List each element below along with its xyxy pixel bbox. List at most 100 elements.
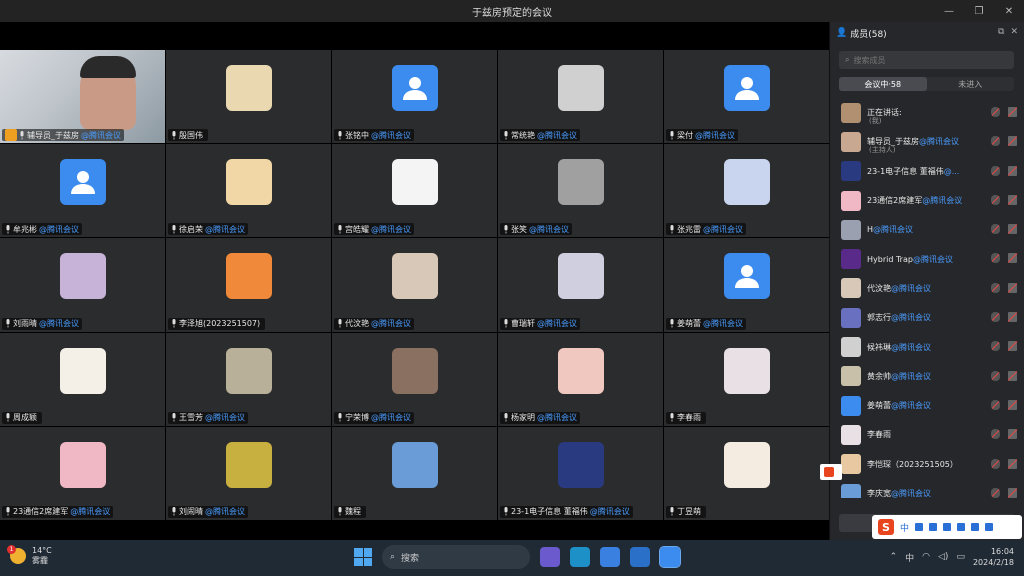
ime-grid-icon[interactable] <box>985 523 994 531</box>
participant-tile[interactable]: 李春雨 <box>664 332 829 426</box>
participant-tile[interactable]: 23通信2席建军 @腾讯会议 <box>0 426 165 520</box>
participant-tile[interactable]: 徐启荣 @腾讯会议 <box>166 144 331 238</box>
camera-off-icon[interactable] <box>1008 224 1017 235</box>
camera-off-icon[interactable] <box>1008 370 1017 381</box>
camera-off-icon[interactable] <box>1008 165 1017 176</box>
ime-tools-icon[interactable] <box>971 523 980 531</box>
participant-tile[interactable]: 李泽旭(2023251507) <box>166 238 331 332</box>
participant-tile[interactable]: 23-1电子信息 董福伟 @腾讯会议 <box>498 426 663 520</box>
ime-keyboard-icon[interactable] <box>943 523 952 531</box>
participant-tile[interactable]: 姜萌蕾 @腾讯会议 <box>664 238 829 332</box>
tab-in-meeting[interactable]: 会议中·58 <box>839 77 927 91</box>
camera-off-icon[interactable] <box>1008 487 1017 498</box>
participant-tile[interactable]: 梁付 @腾讯会议 <box>664 50 829 144</box>
participant-tile[interactable]: 魏程 <box>332 426 497 520</box>
panel-close-icon[interactable]: ✕ <box>1010 27 1018 37</box>
participant-tile[interactable]: 牟兆彬 @腾讯会议 <box>0 144 165 238</box>
mic-off-icon[interactable] <box>991 282 1000 293</box>
participant-tile[interactable]: 辅导员_于兹房 @腾讯会议 <box>0 50 165 144</box>
mic-off-icon[interactable] <box>991 253 1000 264</box>
member-search[interactable]: ⌕ <box>839 51 1014 69</box>
ime-mic-icon[interactable] <box>929 523 938 531</box>
participant-tile[interactable]: 张兆雷 @腾讯会议 <box>664 144 829 238</box>
clock[interactable]: 16:04 2024/2/18 <box>973 546 1014 568</box>
camera-off-icon[interactable] <box>1008 282 1017 293</box>
member-row[interactable]: 23通信2席建军@腾讯会议 <box>830 186 1024 215</box>
speaker-icon[interactable]: ◁) <box>938 552 948 562</box>
participant-tile[interactable]: 常统艳 @腾讯会议 <box>498 50 663 144</box>
camera-off-icon[interactable] <box>1008 107 1017 117</box>
camera-off-icon[interactable] <box>1008 136 1017 147</box>
camera-off-icon[interactable] <box>1008 429 1017 440</box>
mic-off-icon[interactable] <box>991 370 1000 381</box>
weather-widget[interactable]: 1 14°C 雾霾 <box>7 545 52 566</box>
member-row[interactable]: 李恺琛（2023251505） <box>830 450 1024 479</box>
popout-icon[interactable]: ⧉ <box>998 27 1004 37</box>
battery-icon[interactable]: ▭ <box>956 552 965 562</box>
member-row[interactable]: 正在讲话: (我) <box>830 98 1024 127</box>
member-row[interactable]: 黄余帅@腾讯会议 <box>830 362 1024 391</box>
participant-tile[interactable]: 殷国伟 <box>166 50 331 144</box>
start-icon[interactable] <box>354 548 372 566</box>
maximize-button[interactable]: ❐ <box>964 0 994 22</box>
taskbar-search[interactable]: ⌕ 搜索 <box>382 545 530 569</box>
camera-off-icon[interactable] <box>1008 194 1017 205</box>
mic-off-icon[interactable] <box>991 458 1000 469</box>
tencent-meeting-icon[interactable] <box>659 546 681 568</box>
participant-tile[interactable]: 杨家明 @腾讯会议 <box>498 332 663 426</box>
participant-tile[interactable]: 刘闹晴 @腾讯会议 <box>166 426 331 520</box>
participant-tile[interactable]: 丁昱萌 <box>664 426 829 520</box>
ime-shirt-icon[interactable] <box>957 523 966 531</box>
minimize-button[interactable]: — <box>934 0 964 22</box>
app-icon-4[interactable] <box>630 547 650 567</box>
ime-toolbar[interactable]: S 中 <box>872 515 1022 539</box>
member-row[interactable]: 郭志行@腾讯会议 <box>830 303 1024 332</box>
camera-off-icon[interactable] <box>1008 312 1017 323</box>
participant-tile[interactable]: 代汶艳 @腾讯会议 <box>332 238 497 332</box>
mic-off-icon[interactable] <box>991 429 1000 440</box>
participant-tile[interactable]: 张铭中 @腾讯会议 <box>332 50 497 144</box>
chevron-up-icon[interactable]: ⌃ <box>890 552 898 562</box>
mic-off-icon[interactable] <box>991 341 1000 352</box>
mic-off-icon[interactable] <box>991 194 1000 205</box>
edge-icon[interactable] <box>570 547 590 567</box>
member-row[interactable]: 李庆宽@腾讯会议 <box>830 479 1024 498</box>
mic-off-icon[interactable] <box>991 165 1000 176</box>
member-row[interactable]: 辅导员_于兹房@腾讯会议 (主持人) <box>830 127 1024 156</box>
member-row[interactable]: 23-1电子信息 董福伟@... <box>830 157 1024 186</box>
member-row[interactable]: 姜萌蕾@腾讯会议 <box>830 391 1024 420</box>
participant-tile[interactable]: 王雪芳 @腾讯会议 <box>166 332 331 426</box>
close-button[interactable]: ✕ <box>994 0 1024 22</box>
camera-off-icon[interactable] <box>1008 399 1017 410</box>
wifi-icon[interactable]: ◠ <box>922 552 930 562</box>
mic-off-icon[interactable] <box>991 136 1000 147</box>
participant-tile[interactable]: 曹瑞轩 @腾讯会议 <box>498 238 663 332</box>
sogou-icon[interactable]: S <box>878 519 894 535</box>
ime-float-icon[interactable] <box>820 464 842 480</box>
ime-dot-icon[interactable] <box>915 523 924 531</box>
camera-off-icon[interactable] <box>1008 253 1017 264</box>
member-row[interactable]: 候祎琳@腾讯会议 <box>830 332 1024 361</box>
mic-off-icon[interactable] <box>991 399 1000 410</box>
participant-tile[interactable]: 周成颖 <box>0 332 165 426</box>
ime-icon[interactable]: 中 <box>905 551 914 564</box>
participant-tile[interactable]: 宁荣博 @腾讯会议 <box>332 332 497 426</box>
mic-off-icon[interactable] <box>991 107 1000 117</box>
participant-tile[interactable]: 宫皓耀 @腾讯会议 <box>332 144 497 238</box>
mic-off-icon[interactable] <box>991 487 1000 498</box>
tab-not-joined[interactable]: 未进入 <box>927 77 1015 91</box>
mic-off-icon[interactable] <box>991 224 1000 235</box>
mic-off-icon[interactable] <box>991 312 1000 323</box>
member-row[interactable]: Hybrid Trap@腾讯会议 <box>830 244 1024 273</box>
member-row[interactable]: 代汶艳@腾讯会议 <box>830 274 1024 303</box>
app-icon-3[interactable] <box>600 547 620 567</box>
participant-tile[interactable]: 刘雨晴 @腾讯会议 <box>0 238 165 332</box>
ime-lang[interactable]: 中 <box>900 521 909 534</box>
camera-off-icon[interactable] <box>1008 341 1017 352</box>
member-search-input[interactable] <box>853 55 994 65</box>
app-icon-1[interactable] <box>540 547 560 567</box>
participant-tile[interactable]: 张笑 @腾讯会议 <box>498 144 663 238</box>
member-row[interactable]: 李春雨 <box>830 420 1024 449</box>
member-row[interactable]: H@腾讯会议 <box>830 215 1024 244</box>
camera-off-icon[interactable] <box>1008 458 1017 469</box>
